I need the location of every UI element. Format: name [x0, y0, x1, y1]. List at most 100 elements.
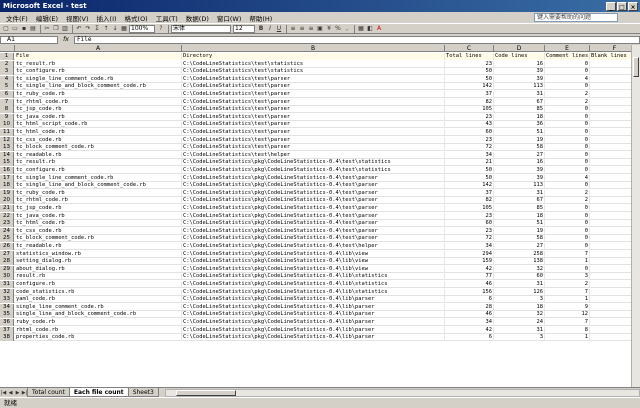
paste-icon[interactable]: ▥ — [61, 25, 69, 33]
cell[interactable]: 2 — [545, 281, 590, 288]
horizontal-scrollbar[interactable] — [164, 388, 640, 397]
column-header-b[interactable]: B — [182, 45, 445, 52]
cell[interactable]: C:\CodeLineStatistics\pkg\CodeLineStatis… — [182, 265, 445, 273]
cell[interactable]: tc_jsp_code.rb — [15, 106, 182, 114]
close-button[interactable]: × — [628, 1, 638, 11]
row-number[interactable]: 35 — [0, 311, 14, 319]
cell[interactable]: tc_block_comment_code.rb — [15, 235, 182, 243]
cell[interactable]: 27 — [494, 151, 545, 159]
sheet-tab[interactable]: Sheet3 — [127, 388, 159, 397]
cell[interactable]: tc_java_code.rb — [15, 212, 182, 220]
cell[interactable]: 0 — [545, 136, 590, 144]
cell[interactable]: 24 — [494, 319, 545, 326]
cell[interactable]: 23 — [445, 212, 494, 220]
row-number[interactable]: 6 — [0, 91, 14, 98]
cell[interactable]: 0 — [545, 167, 590, 174]
row-number[interactable]: 31 — [0, 281, 14, 288]
zoom-select[interactable]: 100% — [129, 24, 155, 33]
cell[interactable]: tc_result.rb — [15, 60, 182, 68]
menu-item[interactable]: 工具(T) — [152, 13, 182, 23]
cell[interactable]: 2 — [545, 189, 590, 197]
cell[interactable]: 0 — [545, 159, 590, 167]
row-number[interactable]: 38 — [0, 334, 14, 342]
cell[interactable]: 258 — [494, 250, 545, 258]
cell[interactable]: 113 — [494, 182, 545, 190]
cell[interactable]: yaml_code.rb — [15, 296, 182, 304]
cell[interactable]: C:\CodeLineStatistics\pkg\CodeLineStatis… — [182, 319, 445, 326]
cell[interactable]: tc_block_comment_code.rb — [15, 144, 182, 152]
cell[interactable]: 16 — [494, 60, 545, 68]
cell[interactable]: 37 — [445, 91, 494, 98]
row-number[interactable]: 10 — [0, 121, 14, 129]
cell[interactable]: 113 — [494, 83, 545, 91]
column-header-d[interactable]: D — [494, 45, 545, 52]
cell[interactable]: tc_jsp_code.rb — [15, 205, 182, 212]
cell[interactable]: 60 — [494, 273, 545, 281]
cell[interactable]: 42 — [445, 326, 494, 334]
cell[interactable]: tc_configure.rb — [15, 167, 182, 174]
cell[interactable]: C:\CodeLineStatistics\test\parser — [182, 75, 445, 83]
row-number[interactable]: 7 — [0, 98, 14, 106]
cell[interactable]: 2 — [545, 197, 590, 205]
cell[interactable]: C:\CodeLineStatistics\test\parser — [182, 98, 445, 106]
cell[interactable]: 72 — [445, 235, 494, 243]
cell[interactable]: 36 — [494, 121, 545, 129]
cell[interactable]: 50 — [445, 75, 494, 83]
help-icon[interactable]: ? — [157, 25, 165, 33]
align-center-icon[interactable]: ≡ — [298, 25, 306, 33]
sum-icon[interactable]: Σ — [93, 25, 101, 33]
cell[interactable]: C:\CodeLineStatistics\pkg\CodeLineStatis… — [182, 288, 445, 296]
font-select[interactable]: 宋体 — [171, 24, 231, 33]
cell[interactable]: properties_code.rb — [15, 334, 182, 342]
vertical-scroll-thumb[interactable] — [633, 57, 639, 77]
header-cell[interactable]: Total lines — [445, 53, 494, 60]
cell[interactable]: C:\CodeLineStatistics\pkg\CodeLineStatis… — [182, 174, 445, 182]
column-header-a[interactable]: A — [15, 45, 182, 52]
cell[interactable]: 42 — [445, 265, 494, 273]
cell[interactable]: 46 — [445, 281, 494, 288]
cell[interactable]: 138 — [494, 258, 545, 266]
cell[interactable]: 7 — [545, 288, 590, 296]
cell[interactable]: 77 — [445, 273, 494, 281]
cell[interactable]: 0 — [545, 265, 590, 273]
align-right-icon[interactable]: ≡ — [307, 25, 315, 33]
header-cell[interactable]: Comment lines — [545, 53, 590, 60]
cell[interactable]: 39 — [494, 167, 545, 174]
row-number[interactable]: 12 — [0, 136, 14, 144]
cell[interactable]: 0 — [545, 106, 590, 114]
row-number[interactable]: 36 — [0, 319, 14, 326]
cell[interactable]: tc_single_line_comment_code.rb — [15, 75, 182, 83]
row-number[interactable]: 13 — [0, 144, 14, 152]
cell[interactable]: 2 — [545, 98, 590, 106]
cell[interactable]: C:\CodeLineStatistics\pkg\CodeLineStatis… — [182, 227, 445, 235]
cell[interactable]: 0 — [545, 212, 590, 220]
cell[interactable]: C:\CodeLineStatistics\test\parser — [182, 121, 445, 129]
open-icon[interactable]: ▭ — [11, 25, 19, 33]
cell[interactable]: 32 — [494, 311, 545, 319]
cell[interactable]: tc_css_code.rb — [15, 227, 182, 235]
cell[interactable]: 32 — [494, 265, 545, 273]
cell[interactable]: C:\CodeLineStatistics\pkg\CodeLineStatis… — [182, 205, 445, 212]
cell[interactable]: C:\CodeLineStatistics\test\parser — [182, 83, 445, 91]
cell[interactable]: 1 — [545, 296, 590, 304]
cell[interactable]: statistics_window.rb — [15, 250, 182, 258]
cell[interactable]: 51 — [494, 220, 545, 228]
cell[interactable]: tc_ruby_code.rb — [15, 91, 182, 98]
cell[interactable]: 23 — [445, 60, 494, 68]
cell[interactable]: 31 — [494, 91, 545, 98]
cell[interactable]: 23 — [445, 227, 494, 235]
cell[interactable]: C:\CodeLineStatistics\pkg\CodeLineStatis… — [182, 243, 445, 250]
row-number[interactable]: 1 — [0, 53, 14, 60]
cell[interactable]: 39 — [494, 75, 545, 83]
row-number[interactable]: 37 — [0, 326, 14, 334]
cell[interactable]: 58 — [494, 235, 545, 243]
cell[interactable]: C:\CodeLineStatistics\pkg\CodeLineStatis… — [182, 212, 445, 220]
cell[interactable]: 19 — [494, 136, 545, 144]
cell[interactable]: 0 — [545, 121, 590, 129]
cell[interactable]: 34 — [445, 243, 494, 250]
cell[interactable]: tc_single_line_and_block_comment_code.rb — [15, 182, 182, 190]
cell[interactable]: 60 — [445, 220, 494, 228]
cell[interactable]: C:\CodeLineStatistics\pkg\CodeLineStatis… — [182, 326, 445, 334]
merge-icon[interactable]: ▣ — [316, 25, 324, 33]
help-search-input[interactable]: 键入需要帮助的问题 — [534, 13, 618, 22]
